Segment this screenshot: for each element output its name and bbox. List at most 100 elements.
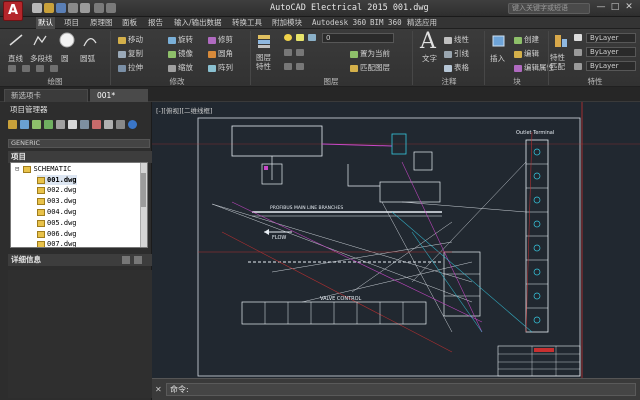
viewport-controls[interactable]: [-][俯视][二维线框] (156, 105, 213, 115)
ellipse-icon[interactable] (36, 65, 44, 72)
rectangle-icon[interactable] (8, 65, 16, 72)
save-icon[interactable] (56, 3, 66, 13)
new-file-icon[interactable] (32, 3, 42, 13)
tree-item-006[interactable]: 006.dwg (37, 229, 77, 239)
layer-properties-icon[interactable] (256, 33, 274, 49)
trim-button[interactable]: 修剪 (208, 34, 233, 45)
layer-tool-icon[interactable] (296, 49, 304, 56)
tab-reports[interactable]: 报告 (146, 17, 165, 29)
tree-item-001[interactable]: 001.dwg (37, 175, 77, 185)
tab-featured-apps[interactable]: 精选应用 (405, 17, 439, 29)
panel-properties-label[interactable]: 特性 (550, 77, 640, 87)
tab-drawing-001[interactable]: 001* (90, 89, 148, 102)
insert-button[interactable]: 插入 (490, 53, 505, 64)
help-icon[interactable] (128, 120, 137, 129)
mirror-button[interactable]: 镜像 (168, 48, 193, 59)
stretch-button[interactable]: 拉伸 (118, 62, 143, 73)
tab-default[interactable]: 默认 (36, 17, 55, 29)
command-input[interactable]: 命令: (166, 383, 636, 396)
circle-icon[interactable] (58, 31, 76, 49)
color-dropdown[interactable]: ByLayer (586, 33, 636, 43)
tree-item-004[interactable]: 004.dwg (37, 207, 77, 217)
tab-panel[interactable]: 面板 (120, 17, 139, 29)
settings-icon[interactable] (116, 120, 125, 129)
tab-conversion-tools[interactable]: 转换工具 (230, 17, 264, 29)
close-button[interactable]: ✕ (624, 3, 634, 13)
lightbulb-icon[interactable] (284, 34, 292, 41)
print-icon[interactable] (80, 3, 90, 13)
tree-item-003[interactable]: 003.dwg (37, 196, 77, 206)
tab-new[interactable]: 新选项卡 (4, 89, 88, 102)
project-dropdown[interactable]: GENERIC (8, 139, 150, 148)
project-properties-icon[interactable] (56, 120, 65, 129)
undo-icon[interactable] (94, 3, 104, 13)
application-menu-button[interactable]: A (3, 1, 23, 21)
panel-annotation-label[interactable]: 注释 (414, 77, 484, 87)
open-project-icon[interactable] (8, 120, 17, 129)
fillet-button[interactable]: 圆角 (208, 48, 233, 59)
match-properties-button[interactable]: 特性 匹配 (550, 53, 565, 71)
plot-icon[interactable] (104, 120, 113, 129)
refresh-icon[interactable] (44, 120, 53, 129)
panel-draw-label[interactable]: 绘图 (0, 77, 110, 87)
tab-import-export[interactable]: 输入/输出数据 (172, 17, 224, 29)
hatch-icon[interactable] (22, 65, 30, 72)
sun-icon[interactable] (296, 34, 304, 41)
scale-button[interactable]: 缩放 (168, 62, 193, 73)
preview-view-icon[interactable] (134, 256, 142, 264)
line-button[interactable]: 直线 (8, 53, 23, 64)
linetype-dropdown[interactable]: ByLayer (586, 61, 636, 71)
rotate-button[interactable]: 旋转 (168, 34, 193, 45)
save-as-icon[interactable] (68, 3, 78, 13)
text-button[interactable]: 文字 (422, 53, 437, 64)
edit-block-button[interactable]: 编辑 (514, 48, 539, 59)
array-button[interactable]: 阵列 (208, 62, 233, 73)
tab-schematic[interactable]: 原理图 (88, 17, 115, 29)
current-layer-dropdown[interactable]: 0 (322, 33, 394, 43)
tree-scrollbar-thumb[interactable] (141, 173, 146, 207)
tab-autodesk-360[interactable]: Autodesk 360 (310, 17, 368, 29)
new-project-icon[interactable] (20, 120, 29, 129)
match-layer-button[interactable]: 匹配图层 (350, 62, 390, 73)
drawing-canvas[interactable]: [-][俯视][二维线框] PROFIBUS MAIN LINE BRANCHE… (152, 102, 640, 378)
layer-tool-icon[interactable] (284, 63, 292, 70)
tree-root-schematic[interactable]: ⊟ SCHEMATIC (15, 164, 71, 174)
command-line-close-icon[interactable]: ✕ (155, 385, 163, 394)
tab-bim-360[interactable]: BIM 360 (368, 17, 404, 29)
create-block-button[interactable]: 创建 (514, 34, 539, 45)
panel-block-label[interactable]: 块 (486, 77, 548, 87)
redo-icon[interactable] (106, 3, 116, 13)
table-button[interactable]: 表格 (444, 62, 469, 73)
polyline-icon[interactable] (32, 33, 48, 47)
polyline-button[interactable]: 多段线 (30, 53, 53, 64)
tab-addins[interactable]: 附加模块 (270, 17, 304, 29)
tree-item-007[interactable]: 007.dwg (37, 239, 77, 247)
arc-icon[interactable] (82, 33, 98, 47)
panel-modify-label[interactable]: 修改 (112, 77, 242, 87)
linear-dimension-button[interactable]: 线性 (444, 34, 469, 45)
tab-project[interactable]: 项目 (62, 17, 81, 29)
lock-icon[interactable] (308, 34, 316, 41)
tree-item-002[interactable]: 002.dwg (37, 185, 77, 195)
layer-tool-icon[interactable] (284, 49, 292, 56)
make-current-button[interactable]: 置为当前 (350, 48, 390, 59)
lineweight-dropdown[interactable]: ByLayer (586, 47, 636, 57)
open-file-icon[interactable] (44, 3, 54, 13)
panel-layers-label[interactable]: 图层 (252, 77, 410, 87)
minimize-button[interactable]: — (596, 3, 606, 13)
new-drawing-icon[interactable] (32, 120, 41, 129)
search-input[interactable]: 键入关键字或短语 (508, 3, 590, 14)
leader-button[interactable]: 引线 (444, 48, 469, 59)
move-button[interactable]: 移动 (118, 34, 143, 45)
layer-tool-icon[interactable] (296, 63, 304, 70)
insert-block-icon[interactable] (490, 33, 508, 49)
details-section-header[interactable]: 详细信息 (8, 254, 152, 266)
task-list-icon[interactable] (80, 120, 89, 129)
publish-icon[interactable] (92, 120, 101, 129)
circle-button[interactable]: 圆 (61, 53, 69, 64)
arc-button[interactable]: 圆弧 (80, 53, 95, 64)
spline-icon[interactable] (50, 65, 58, 72)
tree-scrollbar[interactable] (140, 163, 147, 247)
copy-button[interactable]: 复制 (118, 48, 143, 59)
maximize-button[interactable]: □ (610, 3, 620, 13)
